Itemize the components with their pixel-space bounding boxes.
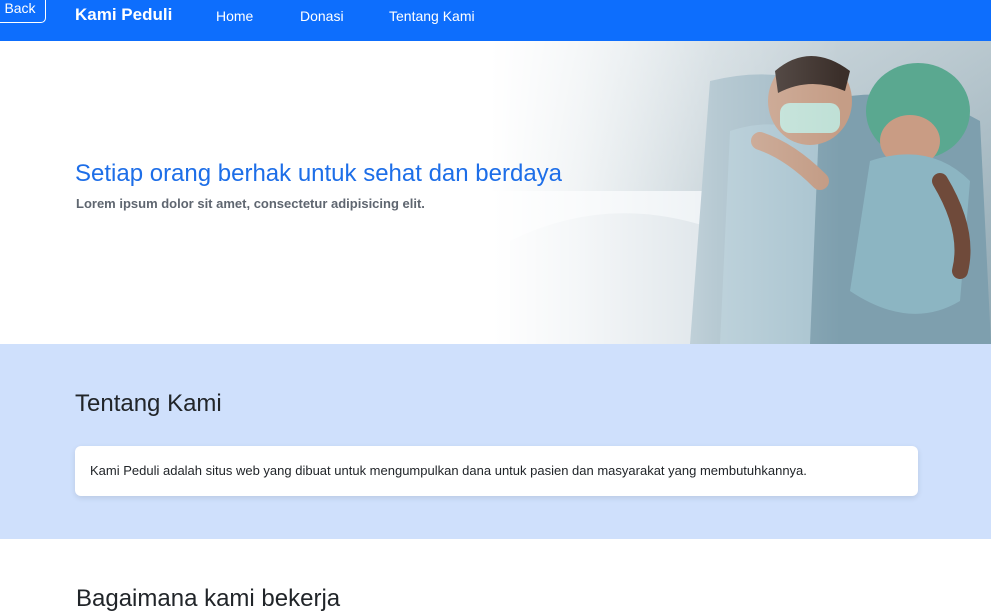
how-we-work-section: Bagaimana kami bekerja xyxy=(0,539,991,612)
nav-link-donasi[interactable]: Donasi xyxy=(300,8,344,25)
how-we-work-title: Bagaimana kami bekerja xyxy=(76,585,341,612)
about-section: Tentang Kami Kami Peduli adalah situs we… xyxy=(0,344,991,539)
about-card: Kami Peduli adalah situs web yang dibuat… xyxy=(75,446,918,496)
hero-title: Setiap orang berhak untuk sehat dan berd… xyxy=(75,160,563,187)
brand-logo[interactable]: Kami Peduli xyxy=(75,5,172,25)
hero-photo xyxy=(490,41,991,344)
top-navbar: Back Kami Peduli Home Donasi Tentang Kam… xyxy=(0,0,991,41)
about-title: Tentang Kami xyxy=(75,390,222,417)
nav-link-home[interactable]: Home xyxy=(216,8,253,25)
nav-link-tentang-kami[interactable]: Tentang Kami xyxy=(389,8,475,25)
hero-section: Setiap orang berhak untuk sehat dan berd… xyxy=(0,41,991,344)
hero-subtitle: Lorem ipsum dolor sit amet, consectetur … xyxy=(76,196,425,211)
back-button[interactable]: Back xyxy=(0,0,46,23)
about-text: Kami Peduli adalah situs web yang dibuat… xyxy=(90,463,807,478)
